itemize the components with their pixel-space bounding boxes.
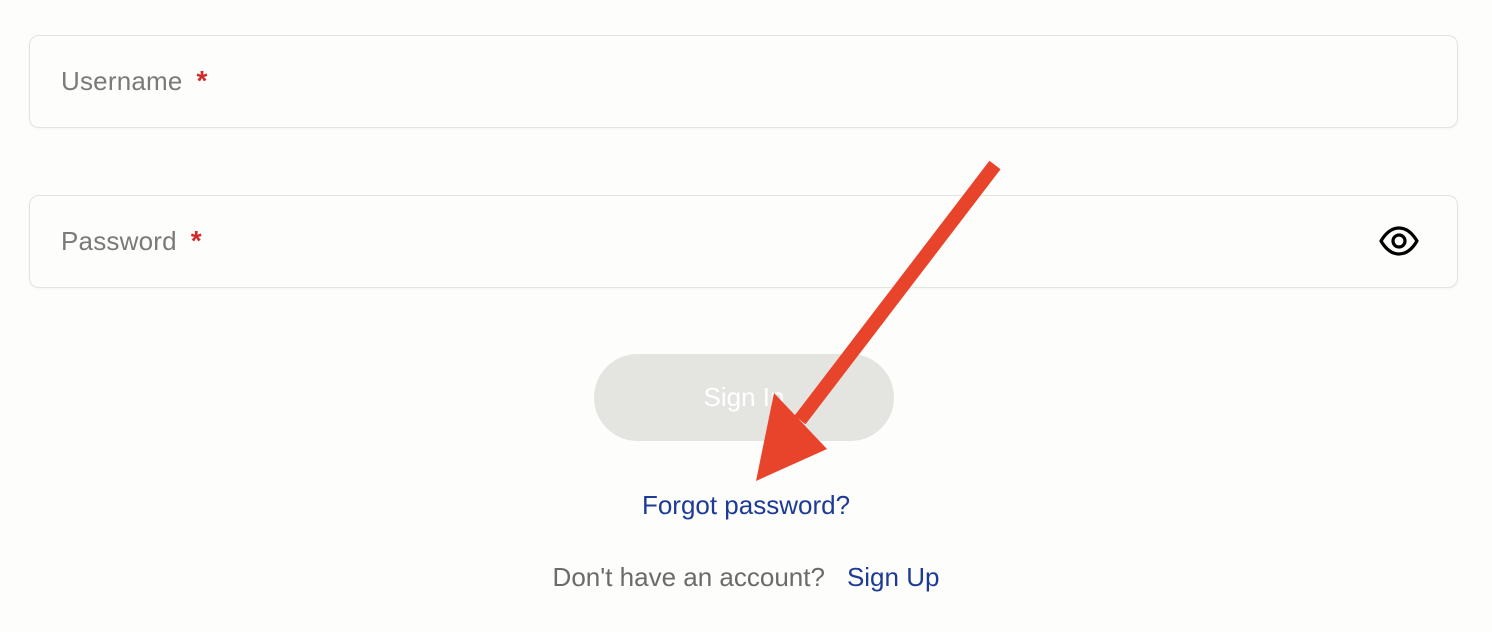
signup-prompt: Don't have an account? (552, 562, 825, 592)
signup-row: Don't have an account? Sign Up (0, 562, 1492, 593)
username-required-marker: * (196, 65, 208, 96)
forgot-password-link[interactable]: Forgot password? (0, 490, 1492, 521)
password-label-text: Password (61, 226, 177, 256)
sign-in-button[interactable]: Sign In (594, 354, 894, 441)
password-label: Password * (61, 196, 202, 286)
username-label: Username * (61, 36, 208, 126)
username-label-text: Username (61, 66, 183, 96)
username-field[interactable]: Username * (29, 35, 1458, 128)
eye-icon[interactable] (1379, 226, 1419, 256)
password-required-marker: * (190, 225, 202, 256)
sign-up-link[interactable]: Sign Up (847, 562, 940, 592)
password-field[interactable]: Password * (29, 195, 1458, 288)
